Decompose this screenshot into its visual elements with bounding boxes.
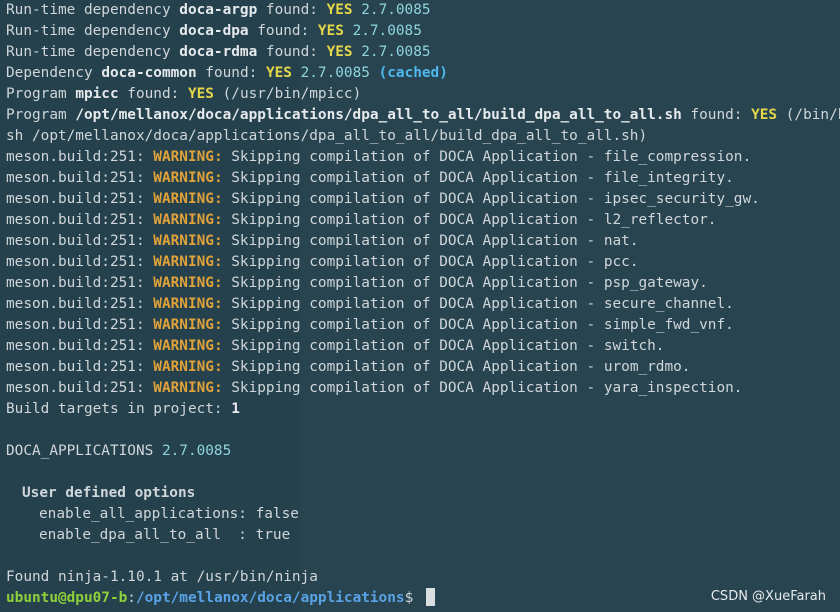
- user-option-line: enable_all_applications: false: [39, 506, 299, 522]
- warning-line: meson.build:251: WARNING: Skipping compi…: [6, 233, 639, 249]
- user-option-line: enable_dpa_all_to_all : true: [39, 527, 291, 543]
- prompt-path: /opt/mellanox/doca/applications: [135, 590, 405, 606]
- user-options-title: User defined options: [22, 485, 196, 501]
- program-build-continuation: sh /opt/mellanox/doca/applications/dpa_a…: [6, 128, 648, 144]
- warning-line: meson.build:251: WARNING: Skipping compi…: [6, 191, 760, 207]
- program-build-line: Program /opt/mellanox/doca/applications/…: [6, 107, 840, 123]
- dependency-line: Run-time dependency doca-dpa found: YES …: [6, 23, 422, 39]
- terminal-window[interactable]: Run-time dependency doca-argp found: YES…: [0, 0, 840, 612]
- text-cursor[interactable]: [425, 588, 435, 606]
- doca-applications-line: DOCA_APPLICATIONS 2.7.0085: [6, 443, 232, 459]
- warning-line: meson.build:251: WARNING: Skipping compi…: [6, 296, 734, 312]
- warning-line: meson.build:251: WARNING: Skipping compi…: [6, 338, 665, 354]
- warning-line: meson.build:251: WARNING: Skipping compi…: [6, 380, 743, 396]
- warning-line: meson.build:251: WARNING: Skipping compi…: [6, 149, 752, 165]
- dependency-line: Run-time dependency doca-rdma found: YES…: [6, 44, 431, 60]
- warning-line: meson.build:251: WARNING: Skipping compi…: [6, 254, 639, 270]
- warning-line: meson.build:251: WARNING: Skipping compi…: [6, 275, 708, 291]
- prompt-user-host: ubuntu@dpu07-b: [6, 590, 128, 606]
- warning-line: meson.build:251: WARNING: Skipping compi…: [6, 212, 717, 228]
- ninja-found-line: Found ninja-1.10.1 at /usr/bin/ninja: [6, 569, 318, 585]
- dependency-common-line: Dependency doca-common found: YES 2.7.00…: [6, 65, 448, 81]
- warning-line: meson.build:251: WARNING: Skipping compi…: [6, 170, 734, 186]
- build-targets-line: Build targets in project: 1: [6, 401, 240, 417]
- warning-line: meson.build:251: WARNING: Skipping compi…: [6, 317, 734, 333]
- warning-line: meson.build:251: WARNING: Skipping compi…: [6, 359, 691, 375]
- dependency-line: Run-time dependency doca-argp found: YES…: [6, 2, 431, 18]
- watermark: CSDN @XueFarah: [710, 589, 826, 604]
- program-mpicc-line: Program mpicc found: YES (/usr/bin/mpicc…: [6, 86, 362, 102]
